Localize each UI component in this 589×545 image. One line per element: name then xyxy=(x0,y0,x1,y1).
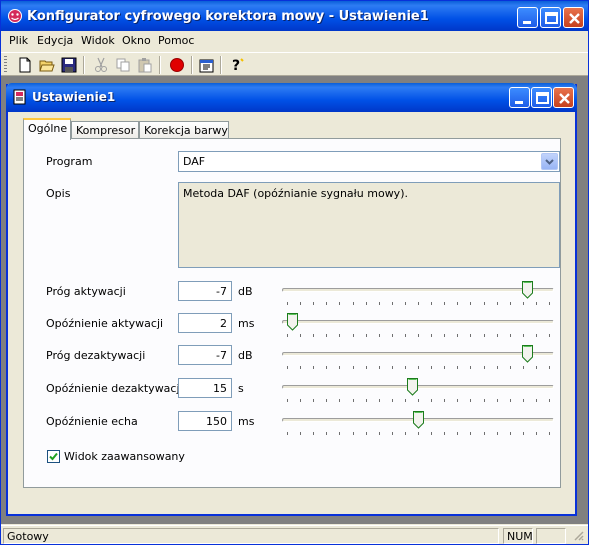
child-close-button[interactable] xyxy=(553,87,574,108)
slider-track[interactable] xyxy=(282,352,554,356)
param-slider[interactable] xyxy=(282,345,554,369)
opis-value: Metoda DAF (opóźnianie sygnału mowy). xyxy=(183,187,408,200)
menu-plik[interactable]: Plik xyxy=(9,34,28,47)
param-label: Opóźnienie aktywacji xyxy=(46,317,164,330)
slider-track[interactable] xyxy=(282,320,554,324)
child-window-title: Ustawienie1 xyxy=(32,90,116,104)
program-select[interactable]: DAF xyxy=(178,151,560,172)
param-input[interactable]: -7 xyxy=(178,345,232,365)
param-slider[interactable] xyxy=(282,378,554,402)
tab-kompresor[interactable]: Kompresor xyxy=(71,121,139,139)
document-icon[interactable] xyxy=(12,89,28,108)
slider-track[interactable] xyxy=(282,288,554,292)
properties-icon[interactable] xyxy=(197,55,217,75)
slider-thumb[interactable] xyxy=(522,345,533,363)
close-button[interactable] xyxy=(563,7,584,28)
record-icon[interactable] xyxy=(167,55,187,75)
param-label: Opóźnienie echa xyxy=(46,415,138,428)
param-unit: dB xyxy=(238,285,253,298)
slider-thumb[interactable] xyxy=(522,281,533,299)
title-bar[interactable]: Konfigurator cyfrowego korektora mowy - … xyxy=(1,1,588,31)
mdi-area: Ustawienie1 Ogólne Kompresor Korekcja ba… xyxy=(1,76,588,524)
svg-text:?: ? xyxy=(232,58,240,73)
minimize-button[interactable] xyxy=(517,7,538,28)
cut-icon[interactable] xyxy=(91,55,111,75)
param-input[interactable]: 150 xyxy=(178,411,232,431)
num-lock-indicator: NUM xyxy=(503,528,533,544)
slider-ticks xyxy=(282,296,554,305)
param-input[interactable]: -7 xyxy=(178,281,232,301)
menu-bar: Plik Edycja Widok Okno Pomoc xyxy=(1,31,588,51)
program-label: Program xyxy=(46,155,93,168)
param-unit: dB xyxy=(238,349,253,362)
child-maximize-button[interactable] xyxy=(531,87,552,108)
toolbar-separator xyxy=(83,56,85,74)
child-minimize-button[interactable] xyxy=(509,87,530,108)
slider-thumb[interactable] xyxy=(287,313,298,331)
status-bar: Gotowy NUM xyxy=(1,525,588,544)
slider-thumb[interactable] xyxy=(413,411,424,429)
main-window: Konfigurator cyfrowego korektora mowy - … xyxy=(0,0,589,545)
open-folder-icon[interactable] xyxy=(37,55,57,75)
child-title-bar[interactable]: Ustawienie1 xyxy=(6,83,577,112)
program-value: DAF xyxy=(183,155,206,168)
tab-korekcja-barwy[interactable]: Korekcja barwy xyxy=(139,121,229,139)
param-unit: s xyxy=(238,382,244,395)
param-slider[interactable] xyxy=(282,313,554,337)
resize-grip[interactable] xyxy=(569,528,586,544)
slider-track[interactable] xyxy=(282,385,554,389)
save-icon[interactable] xyxy=(59,55,79,75)
tab-ogolne[interactable]: Ogólne xyxy=(23,118,71,140)
param-label: Próg aktywacji xyxy=(46,285,126,298)
toolbar-separator xyxy=(191,56,193,74)
advanced-view-label: Widok zaawansowany xyxy=(64,450,185,463)
window-title: Konfigurator cyfrowego korektora mowy - … xyxy=(27,9,429,24)
toolbar-separator xyxy=(220,56,222,74)
opis-label: Opis xyxy=(46,187,71,200)
checkbox-box[interactable] xyxy=(47,450,60,463)
param-slider[interactable] xyxy=(282,281,554,305)
app-icon[interactable] xyxy=(7,8,23,24)
toolbar-grip[interactable] xyxy=(4,56,7,74)
tab-panel-ogolne: Program DAF Opis Metoda DAF (opóźnianie … xyxy=(23,138,561,488)
param-slider[interactable] xyxy=(282,411,554,435)
menu-pomoc[interactable]: Pomoc xyxy=(158,34,194,47)
opis-field: Metoda DAF (opóźnianie sygnału mowy). xyxy=(178,182,560,268)
toolbar-separator xyxy=(159,56,161,74)
chevron-down-icon[interactable] xyxy=(541,153,558,170)
param-unit: ms xyxy=(238,415,255,428)
toolbar: ? xyxy=(1,52,588,76)
slider-ticks xyxy=(282,328,554,337)
maximize-button[interactable] xyxy=(540,7,561,28)
menu-okno[interactable]: Okno xyxy=(122,34,151,47)
param-label: Próg dezaktywacji xyxy=(46,349,146,362)
status-panel-empty xyxy=(536,528,566,544)
param-label: Opóźnienie dezaktywacji xyxy=(46,382,183,395)
slider-thumb[interactable] xyxy=(407,378,418,396)
param-input[interactable]: 2 xyxy=(178,313,232,333)
slider-ticks xyxy=(282,360,554,369)
paste-icon[interactable] xyxy=(135,55,155,75)
child-window: Ustawienie1 Ogólne Kompresor Korekcja ba… xyxy=(6,83,577,516)
help-icon[interactable]: ? xyxy=(227,55,247,75)
status-text: Gotowy xyxy=(3,528,499,544)
param-unit: ms xyxy=(238,317,255,330)
menu-edycja[interactable]: Edycja xyxy=(37,34,73,47)
menu-widok[interactable]: Widok xyxy=(81,34,115,47)
copy-icon[interactable] xyxy=(113,55,133,75)
new-file-icon[interactable] xyxy=(15,55,35,75)
slider-ticks xyxy=(282,393,554,402)
param-input[interactable]: 15 xyxy=(178,378,232,398)
